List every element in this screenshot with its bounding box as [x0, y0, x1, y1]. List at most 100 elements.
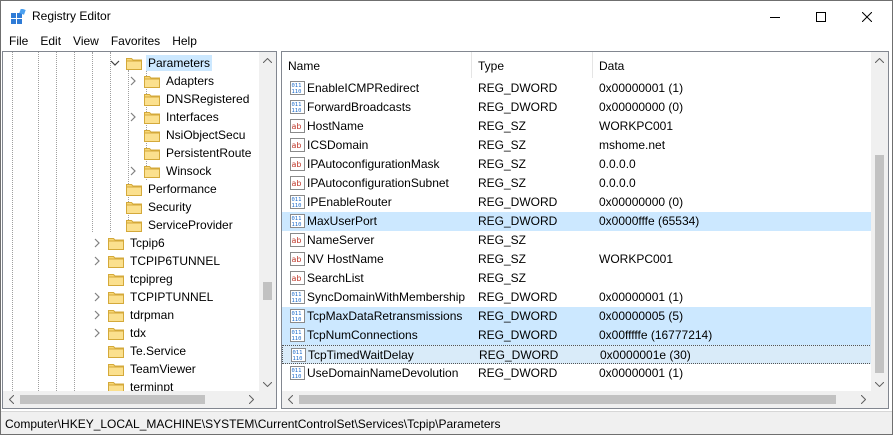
tree-item[interactable]: Interfaces	[128, 108, 221, 126]
scroll-down-icon[interactable]	[875, 382, 884, 387]
value-data: mshome.net	[599, 138, 666, 152]
column-header-name[interactable]: Name	[282, 52, 472, 78]
reg-string-icon: ab	[290, 176, 305, 190]
registry-value-row[interactable]: ab NameServer REG_SZ	[282, 231, 872, 250]
menu-edit[interactable]: Edit	[34, 32, 67, 51]
scroll-right-icon[interactable]	[861, 395, 866, 404]
registry-value-row[interactable]: 011 110 MaxUserPort REG_DWORD 0x0000fffe (65…	[282, 212, 872, 231]
value-data: 0x00000001 (1)	[599, 81, 684, 95]
registry-value-row[interactable]: 011 110 TcpMaxDataRetransmissions REG_DWORD…	[282, 307, 872, 326]
list-vertical-scroll-thumb[interactable]	[875, 155, 884, 373]
tree-item[interactable]: tcpipreg	[92, 270, 175, 288]
value-name-cell: ab HostName	[290, 119, 364, 133]
list-horizontal-scroll-thumb[interactable]	[299, 395, 836, 404]
menu-view[interactable]: View	[67, 32, 105, 51]
expand-chevron-icon[interactable]	[92, 256, 102, 266]
title-bar[interactable]: Registry Editor	[1, 1, 892, 32]
folder-icon	[144, 94, 160, 106]
registry-value-row[interactable]: ab IPAutoconfigurationMask REG_SZ 0.0.0.0	[282, 155, 872, 174]
menu-help[interactable]: Help	[166, 32, 203, 51]
close-button[interactable]	[844, 1, 890, 32]
tree-item[interactable]: TCPIP6TUNNEL	[92, 252, 222, 270]
value-name: TcpTimedWaitDelay	[308, 348, 414, 362]
expand-chevron-icon[interactable]	[92, 292, 102, 302]
svg-text:ab: ab	[292, 160, 302, 169]
tree-item[interactable]: tdrpman	[92, 306, 176, 324]
expand-chevron-icon[interactable]	[92, 238, 102, 248]
scroll-left-icon[interactable]	[9, 395, 14, 404]
registry-editor-app-icon	[11, 9, 26, 24]
registry-value-row[interactable]: 011 110 UseDomainNameDevolution REG_DWORD 0x…	[282, 364, 872, 383]
list-horizontal-scrollbar[interactable]	[282, 391, 872, 408]
tree-item[interactable]: Adapters	[128, 72, 216, 90]
status-bar-path: Computer\HKEY_LOCAL_MACHINE\SYSTEM\Curre…	[1, 411, 892, 434]
no-chevron-spacer	[128, 94, 138, 104]
key-tree-pane[interactable]: Parameters Adapters DNSRegistered Interface…	[2, 51, 277, 409]
minimize-button[interactable]	[752, 1, 798, 32]
tree-vertical-scroll-thumb[interactable]	[263, 282, 272, 300]
tree-item[interactable]: ServiceProvider	[110, 216, 235, 234]
maximize-button[interactable]	[798, 1, 844, 32]
folder-icon	[108, 310, 124, 322]
tree-item[interactable]: TeamViewer	[92, 360, 198, 378]
registry-value-row[interactable]: ab HostName REG_SZ WORKPC001	[282, 117, 872, 136]
tree-item[interactable]: Tcpip6	[92, 234, 167, 252]
menu-file[interactable]: File	[3, 32, 34, 51]
folder-icon	[108, 274, 124, 286]
value-name: IPAutoconfigurationMask	[307, 157, 440, 171]
expand-chevron-icon[interactable]	[128, 112, 138, 122]
scroll-right-icon[interactable]	[249, 395, 254, 404]
list-vertical-scrollbar[interactable]	[871, 52, 888, 393]
tree-item[interactable]: NsiObjectSecu	[128, 126, 247, 144]
reg-dword-icon: 011110	[291, 348, 306, 362]
registry-value-row[interactable]: 011 110 TcpNumConnections REG_DWORD 0x00ffff…	[282, 326, 872, 345]
svg-text:ab: ab	[292, 236, 302, 245]
expand-chevron-icon[interactable]	[128, 76, 138, 86]
svg-text:110: 110	[293, 356, 303, 362]
column-header-type[interactable]: Type	[472, 52, 593, 78]
value-name-cell: 011 110 ForwardBroadcasts	[290, 100, 411, 114]
scroll-down-icon[interactable]	[263, 382, 272, 387]
folder-icon	[126, 202, 142, 214]
collapse-chevron-icon[interactable]	[110, 58, 120, 68]
scroll-up-icon[interactable]	[875, 58, 884, 63]
registry-value-row[interactable]: ab NV HostName REG_SZ WORKPC001	[282, 250, 872, 269]
scrollbar-corner	[259, 391, 276, 408]
registry-value-row[interactable]: 011 110 EnableICMPRedirect REG_DWORD 0x00000…	[282, 79, 872, 98]
tree-vertical-scrollbar[interactable]	[259, 52, 276, 393]
registry-value-row[interactable]: ab IPAutoconfigurationSubnet REG_SZ 0.0.0.0	[282, 174, 872, 193]
menu-file-label: File	[9, 34, 29, 48]
tree-item[interactable]: tdx	[92, 324, 148, 342]
reg-string-icon: ab	[290, 157, 305, 171]
tree-horizontal-scrollbar[interactable]	[3, 391, 260, 408]
column-header-data[interactable]: Data	[593, 52, 872, 78]
tree-item[interactable]: Performance	[110, 180, 219, 198]
scroll-left-icon[interactable]	[288, 395, 293, 404]
tree-item[interactable]: Security	[110, 198, 193, 216]
tree-item[interactable]: PersistentRoute	[128, 144, 253, 162]
registry-value-row[interactable]: 011 110 ForwardBroadcasts REG_DWORD 0x000000…	[282, 98, 872, 117]
scroll-up-icon[interactable]	[263, 58, 272, 63]
tree-horizontal-scroll-thumb[interactable]	[20, 395, 205, 404]
value-type: REG_SZ	[478, 138, 527, 152]
tree-item[interactable]: Winsock	[128, 162, 213, 180]
reg-dword-icon: 011110	[290, 81, 305, 95]
folder-icon	[144, 76, 160, 88]
tree-item-label: Te.Service	[130, 344, 187, 358]
expand-chevron-icon[interactable]	[92, 310, 102, 320]
registry-value-row[interactable]: 011 110 TcpTimedWaitDelay REG_DWORD 0x000000…	[282, 345, 872, 364]
menu-favorites[interactable]: Favorites	[105, 32, 166, 51]
registry-value-row[interactable]: ab SearchList REG_SZ	[282, 269, 872, 288]
tree-item[interactable]: TCPIPTUNNEL	[92, 288, 215, 306]
value-name: EnableICMPRedirect	[307, 81, 420, 95]
values-list-pane[interactable]: Name Type Data 011 110 EnableICMPRedirect R…	[281, 51, 889, 409]
expand-chevron-icon[interactable]	[128, 166, 138, 176]
tree-item[interactable]: Parameters	[110, 54, 213, 72]
value-name-cell: 011 110 TcpMaxDataRetransmissions	[290, 309, 462, 323]
tree-item[interactable]: Te.Service	[92, 342, 188, 360]
registry-value-row[interactable]: 011 110 IPEnableRouter REG_DWORD 0x00000000 …	[282, 193, 872, 212]
expand-chevron-icon[interactable]	[92, 328, 102, 338]
registry-value-row[interactable]: ab ICSDomain REG_SZ mshome.net	[282, 136, 872, 155]
tree-item[interactable]: DNSRegistered	[128, 90, 251, 108]
registry-value-row[interactable]: 011 110 SyncDomainWithMembership REG_DWORD 0…	[282, 288, 872, 307]
